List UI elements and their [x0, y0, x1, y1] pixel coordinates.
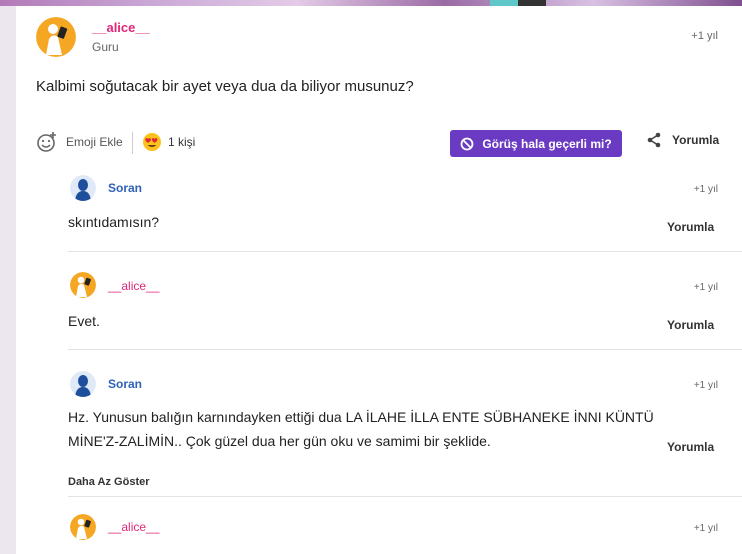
block-icon: [460, 137, 474, 150]
view-still-valid-label: Görüş hala geçerli mi?: [482, 136, 612, 151]
comment-time: +1 yıl: [693, 184, 718, 195]
user-rank: Guru: [92, 40, 119, 54]
heart-eyes-emoji-icon: [143, 133, 161, 151]
post-text: Kalbimi soğutacak bir ayet veya dua da b…: [36, 78, 414, 95]
reaction-summary[interactable]: 1 kişi: [142, 130, 195, 154]
comment-username[interactable]: __alice__: [108, 520, 159, 534]
comment-time: +1 yıl: [693, 523, 718, 534]
post-action-bar: Emoji Ekle 1 kişi Görüş hala geçerli mi?: [16, 126, 742, 158]
post-time: +1 yıl: [691, 30, 718, 42]
comment-label: Yorumla: [672, 133, 720, 147]
user-avatar[interactable]: [70, 272, 96, 298]
user-avatar[interactable]: [70, 514, 96, 540]
comment-text: Evet.: [68, 313, 100, 329]
comment-separator: [68, 251, 742, 252]
comment-username[interactable]: __alice__: [108, 279, 159, 293]
user-avatar[interactable]: [70, 371, 96, 397]
show-less-link[interactable]: Daha Az Göster: [68, 476, 150, 488]
comment-text-line: MİNE'Z-ZALİMİN.. Çok güzel dua her gün o…: [68, 433, 491, 449]
reply-button[interactable]: Yorumla: [667, 220, 714, 234]
comment-time: +1 yıl: [693, 380, 718, 391]
add-emoji-label: Emoji Ekle: [66, 135, 123, 149]
reply-button[interactable]: Yorumla: [667, 318, 714, 332]
comment-share-button[interactable]: Yorumla: [646, 132, 719, 148]
comment-username[interactable]: Soran: [108, 377, 142, 391]
comment-time: +1 yıl: [693, 282, 718, 293]
post-username[interactable]: __alice__: [92, 20, 150, 35]
action-divider: [132, 132, 133, 154]
user-avatar[interactable]: [70, 175, 96, 201]
view-still-valid-button[interactable]: Görüş hala geçerli mi?: [450, 130, 622, 157]
add-emoji-button[interactable]: Emoji Ekle: [36, 130, 123, 154]
comment-separator: [68, 496, 742, 497]
post-card: __alice__ Guru +1 yıl Kalbimi soğutacak …: [16, 6, 742, 554]
share-icon: [647, 132, 661, 148]
comment-username[interactable]: Soran: [108, 181, 142, 195]
comment-separator: [68, 349, 742, 350]
reply-button[interactable]: Yorumla: [667, 440, 714, 454]
reaction-count: 1 kişi: [168, 135, 196, 149]
user-avatar[interactable]: [36, 17, 76, 57]
emoji-add-icon: [37, 132, 56, 152]
comment-text: skıntıdamısın?: [68, 214, 160, 230]
comment-text-line: Hz. Yunusun balığın karnındayken ettiği …: [68, 409, 654, 425]
